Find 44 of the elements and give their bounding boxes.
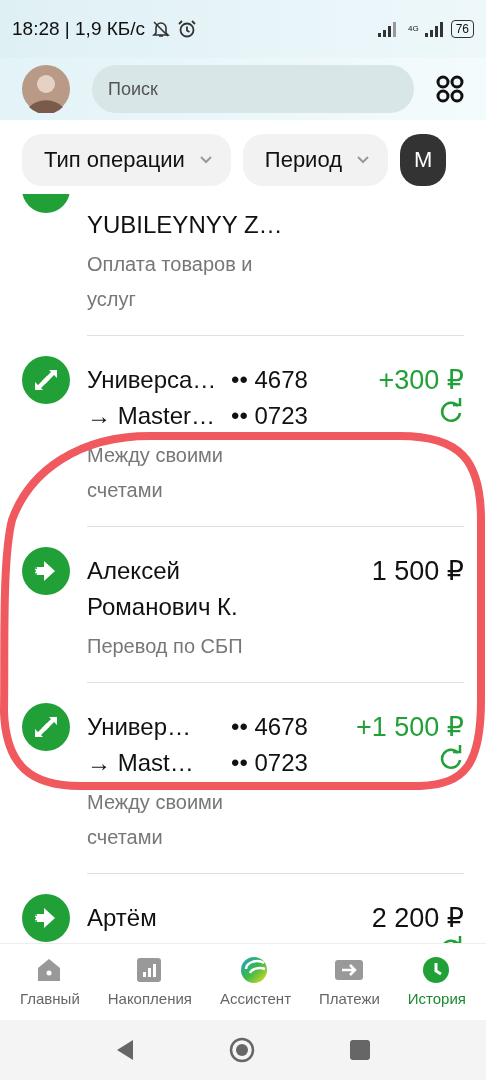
chevron-down-icon <box>356 155 370 165</box>
avatar-icon[interactable] <box>22 65 70 113</box>
time-and-speed: 18:28 | 1,9 КБ/с <box>12 18 146 40</box>
card-number: •• 4678 <box>231 365 309 395</box>
search-field[interactable]: Поиск <box>92 65 414 113</box>
card-number: •• 4678 <box>231 712 309 742</box>
nav-tab[interactable]: Накопления <box>107 944 192 1020</box>
back-icon[interactable] <box>116 1039 134 1061</box>
payee-name: YUBILEYNYY Z… <box>87 210 284 240</box>
nav-tab[interactable]: Платежи <box>319 944 380 1020</box>
amount: 1 500 ₽ <box>371 555 464 588</box>
account-name: Универ… <box>87 712 192 742</box>
muted-bell-icon <box>151 19 172 39</box>
arrow-right-icon <box>22 547 70 595</box>
battery-level: 76 <box>450 20 474 38</box>
transaction-type: Оплата товаров и услуг <box>87 252 254 312</box>
transaction-type: Между своими счетами <box>87 443 224 503</box>
alarm-clock-icon <box>177 19 198 39</box>
filter-chip[interactable]: М <box>400 134 447 186</box>
swap-arrows-icon <box>22 703 70 751</box>
home-icon[interactable] <box>229 1037 255 1063</box>
grid-icon[interactable] <box>436 75 464 103</box>
filter-chip[interactable]: Тип операции <box>22 134 231 186</box>
network-type: 4G <box>407 25 419 33</box>
chevron-down-icon <box>198 155 213 165</box>
transaction-type: Между своими счетами <box>87 790 224 850</box>
swap-arrows-icon <box>22 356 70 404</box>
transaction-type: Перевод по СБП <box>87 634 244 659</box>
payee-name: Артём <box>87 903 158 933</box>
amount: +1 500 ₽ <box>356 711 464 744</box>
amount: +300 ₽ <box>378 364 464 397</box>
amount: 2 200 ₽ <box>371 902 464 935</box>
account-name: Универса… <box>87 365 218 395</box>
nav-tab[interactable]: Главный <box>19 944 80 1020</box>
nav-tab[interactable]: Ассистент <box>219 944 292 1020</box>
account-name: → Master… <box>87 401 216 431</box>
card-number: •• 0723 <box>231 748 309 778</box>
signal-icon <box>424 21 445 37</box>
nav-tab[interactable]: История <box>407 944 466 1020</box>
clock-icon <box>421 956 452 984</box>
payee-name: Алексей Романович К. <box>87 556 239 622</box>
card-number: •• 0723 <box>231 401 309 431</box>
account-name: → Mast… <box>87 748 195 778</box>
filter-chip[interactable]: Период <box>242 134 388 186</box>
